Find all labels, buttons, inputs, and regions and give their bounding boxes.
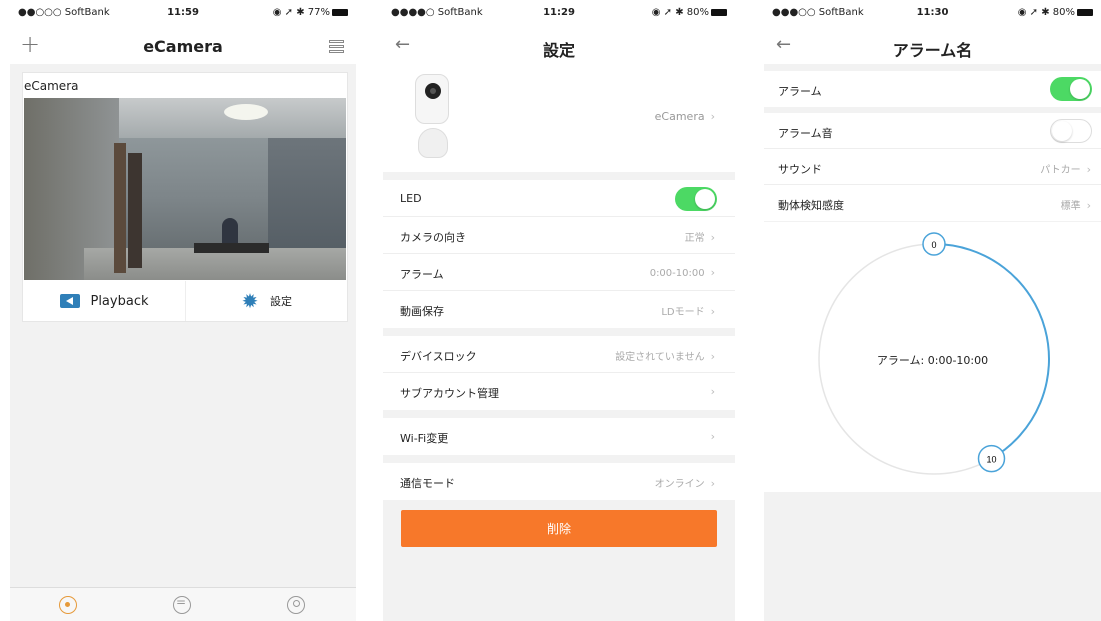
message-tab-icon[interactable] bbox=[173, 595, 191, 614]
settings-row[interactable]: カメラの向き 正常 › bbox=[383, 217, 735, 254]
camera-tab-icon[interactable] bbox=[59, 596, 77, 614]
alarm-label: アラーム bbox=[778, 85, 822, 98]
settings-row[interactable]: アラーム 0:00-10:00 › bbox=[383, 254, 735, 291]
chevron-right-icon: › bbox=[1086, 199, 1091, 212]
chevron-right-icon: › bbox=[710, 266, 715, 279]
status-bar: ●●●○○ SoftBank 11:30 ◉ ➚ ✱ 80% bbox=[764, 0, 1101, 28]
page-title: アラーム名 bbox=[892, 41, 973, 60]
settings-group-mode: 通信モード オンライン › bbox=[383, 463, 735, 500]
page-title: eCamera bbox=[143, 37, 223, 56]
alarm-detail-group: アラーム音 サウンド パトカー › 動体検知感度 標準 › bbox=[764, 113, 1101, 221]
dial-start-label: 0 bbox=[931, 240, 936, 250]
mode-row[interactable]: 通信モード オンライン › bbox=[383, 463, 735, 500]
camera-actions: Playback ✹ 設定 bbox=[24, 281, 346, 321]
alarm-group: アラーム bbox=[764, 71, 1101, 107]
alarm-toggle[interactable] bbox=[1050, 77, 1092, 101]
user-tab-icon[interactable] bbox=[287, 596, 305, 614]
chevron-right-icon: › bbox=[710, 350, 715, 363]
battery-icon bbox=[332, 8, 348, 16]
settings-row[interactable]: サブアカウント管理 › bbox=[383, 373, 735, 410]
chevron-right-icon: › bbox=[710, 305, 715, 318]
chevron-right-icon: › bbox=[1086, 163, 1091, 176]
camera-name: eCamera bbox=[24, 79, 79, 93]
alarm-settings-list: アラーム アラーム音 サウンド パトカー › 動体検知感度 標準 › bbox=[764, 71, 1101, 229]
delete-button[interactable]: 削除 bbox=[401, 510, 717, 547]
wifi-row[interactable]: Wi-Fi変更 › bbox=[383, 418, 735, 455]
nav-bar: ← 設定 bbox=[383, 28, 735, 64]
status-bar: ●●○○○ SoftBank 11:59 ◉ ➚ ✱ 77% bbox=[10, 0, 356, 28]
battery-icon bbox=[1077, 8, 1093, 16]
status-bar: ●●●●○ SoftBank 11:29 ◉ ➚ ✱ 80% bbox=[383, 0, 735, 28]
tab-bar bbox=[10, 587, 356, 621]
settings-label: 設定 bbox=[270, 295, 292, 308]
settings-row[interactable]: 動画保存 LDモード › bbox=[383, 291, 735, 328]
sensitivity-row[interactable]: 動体検知感度 標準 › bbox=[764, 185, 1101, 221]
settings-group-account: デバイスロック 設定されていません › サブアカウント管理 › bbox=[383, 336, 735, 410]
alarm-sound-row: アラーム音 bbox=[764, 113, 1101, 149]
settings-group-main: LED カメラの向き 正常 › アラーム 0:00-10:00 › 動画保存 LDモ… bbox=[383, 180, 735, 328]
settings-list: eCamera › LED カメラの向き 正常 › アラーム 0:00-10:00 ›… bbox=[383, 64, 735, 508]
settings-row[interactable]: デバイスロック 設定されていません › bbox=[383, 336, 735, 373]
battery-icon bbox=[711, 8, 727, 16]
alarm-row: アラーム bbox=[764, 71, 1101, 107]
camera-preview[interactable] bbox=[24, 98, 346, 280]
alarm-range-label: アラーム: 0:00-10:00 bbox=[876, 354, 989, 367]
playback-icon bbox=[60, 294, 81, 308]
device-row[interactable]: eCamera › bbox=[383, 64, 735, 172]
status-indicators: ◉ ➚ ✱ 77% bbox=[273, 7, 348, 18]
screen-alarm: ●●●○○ SoftBank 11:30 ◉ ➚ ✱ 80% ← アラーム名 ア… bbox=[764, 0, 1101, 621]
alarm-sound-label: アラーム音 bbox=[778, 127, 833, 140]
list-view-icon[interactable] bbox=[329, 40, 344, 53]
led-row: LED bbox=[383, 180, 735, 217]
playback-label: Playback bbox=[90, 293, 149, 309]
led-toggle[interactable] bbox=[675, 187, 717, 211]
alarm-sound-toggle[interactable] bbox=[1050, 119, 1092, 143]
settings-group-wifi: Wi-Fi変更 › bbox=[383, 418, 735, 455]
playback-button[interactable]: Playback bbox=[24, 281, 185, 321]
camera-device-image bbox=[415, 74, 451, 162]
sound-row[interactable]: サウンド パトカー › bbox=[764, 149, 1101, 185]
dial-start-handle[interactable]: 0 bbox=[922, 232, 946, 256]
dial-end-handle[interactable]: 10 bbox=[977, 444, 1006, 473]
chevron-right-icon: › bbox=[710, 430, 715, 443]
nav-bar: + eCamera bbox=[10, 28, 356, 64]
chevron-right-icon: › bbox=[710, 110, 715, 123]
nav-bar: ← アラーム名 bbox=[764, 28, 1101, 64]
status-indicators: ◉ ➚ ✱ 80% bbox=[1018, 7, 1093, 18]
chevron-right-icon: › bbox=[710, 477, 715, 490]
chevron-right-icon: › bbox=[710, 385, 715, 398]
dial-end-label: 10 bbox=[986, 455, 996, 465]
chevron-right-icon: › bbox=[710, 231, 715, 244]
gear-icon: ✹ bbox=[241, 289, 259, 313]
camera-card[interactable]: eCamera Playback ✹ 設定 bbox=[22, 72, 348, 322]
device-name: eCamera bbox=[654, 110, 705, 123]
alarm-time-dial[interactable]: 0 10 アラーム: 0:00-10:00 bbox=[764, 222, 1101, 492]
status-indicators: ◉ ➚ ✱ 80% bbox=[652, 7, 727, 18]
settings-button[interactable]: ✹ 設定 bbox=[185, 281, 346, 321]
screen-camera-list: ●●○○○ SoftBank 11:59 ◉ ➚ ✱ 77% + eCamera… bbox=[10, 0, 356, 621]
page-title: 設定 bbox=[542, 41, 575, 60]
screen-settings: ●●●●○ SoftBank 11:29 ◉ ➚ ✱ 80% ← 設定 eCam… bbox=[383, 0, 735, 621]
led-label: LED bbox=[400, 192, 422, 205]
